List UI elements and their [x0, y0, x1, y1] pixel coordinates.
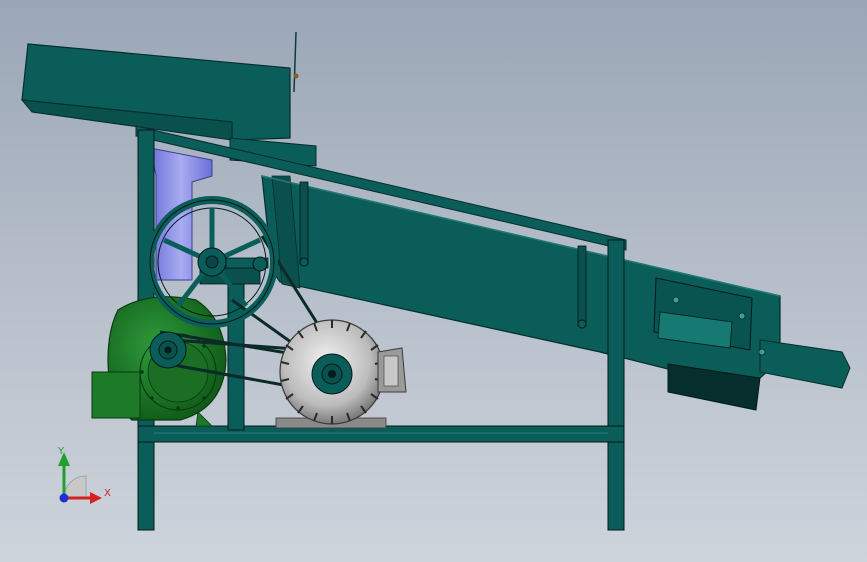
x-axis-arrow — [90, 492, 102, 504]
machine-drawing: Y X — [20, 31, 851, 531]
axis-triad: Y X — [57, 446, 111, 504]
motor-pulley — [311, 353, 353, 395]
feed-hopper — [20, 31, 317, 167]
cad-viewport[interactable]: Y X — [0, 0, 867, 562]
z-axis-dot — [59, 493, 69, 503]
x-axis-label: X — [104, 488, 111, 499]
y-axis-label: Y — [57, 446, 65, 457]
blower-pulley — [149, 331, 187, 369]
